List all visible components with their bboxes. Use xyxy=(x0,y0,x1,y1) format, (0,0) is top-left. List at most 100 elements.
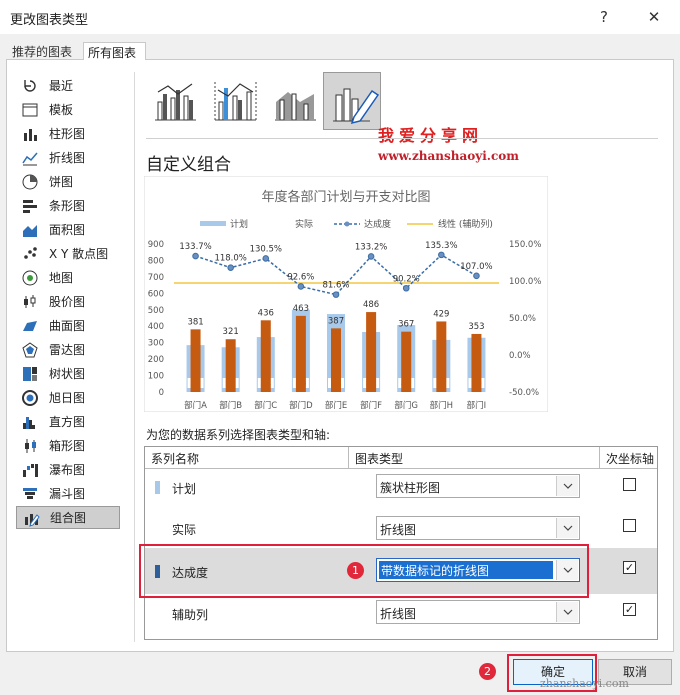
series-name: 辅助列 xyxy=(172,608,209,622)
secondary-axis-checkbox[interactable]: ✓ xyxy=(623,603,636,616)
y2-tick-label: -50.0% xyxy=(509,388,539,398)
column-chart-icon xyxy=(21,125,39,143)
sidebar-item-surface-chart[interactable]: 曲面图 xyxy=(16,314,120,337)
sidebar-item-funnel[interactable]: 漏斗图 xyxy=(16,482,120,505)
chart-type-dropdown[interactable]: 簇状柱形图 xyxy=(376,474,580,498)
legend-swatch-plan xyxy=(200,221,226,226)
subtype-custom-combination[interactable] xyxy=(323,72,381,130)
title-bar xyxy=(0,0,680,34)
secondary-axis-checkbox[interactable] xyxy=(623,519,636,532)
subtype-column-line-secondary[interactable] xyxy=(206,72,264,130)
x-tick-label: 部门I xyxy=(467,400,487,411)
sidebar-item-treemap[interactable]: 树状图 xyxy=(16,362,120,385)
y-tick-label: 900 xyxy=(148,240,164,250)
subtype-stacked-area-column[interactable] xyxy=(266,72,324,130)
section-title: 自定义组合 xyxy=(146,155,231,175)
x-tick-label: 部门B xyxy=(219,400,242,411)
x-tick-label: 部门E xyxy=(325,400,347,411)
watermark-url: www.zhanshaoyi.com xyxy=(378,149,519,163)
sidebar-item-radar-chart[interactable]: 雷达图 xyxy=(16,338,120,361)
sidebar-item-waterfall[interactable]: 瀑布图 xyxy=(16,458,120,481)
chevron-down-icon xyxy=(563,483,573,489)
sidebar-item-label: 最近 xyxy=(49,79,74,93)
bar-chart-icon xyxy=(21,197,39,215)
step-badge-2: 2 xyxy=(479,663,496,680)
bar-actual xyxy=(401,331,412,392)
sidebar-item-scatter-chart[interactable]: X Y 散点图 xyxy=(16,242,120,265)
tab-recommended-charts[interactable]: 推荐的图表 xyxy=(8,42,76,60)
sidebar-item-histogram[interactable]: 直方图 xyxy=(16,410,120,433)
rate-label: 133.7% xyxy=(179,242,211,252)
y2-tick-label: 50.0% xyxy=(509,314,536,324)
sidebar-item-pie-chart[interactable]: 饼图 xyxy=(16,170,120,193)
bar-actual-label: 486 xyxy=(363,300,379,310)
legend-label-actual: 实际 xyxy=(295,218,313,230)
bar-actual-label: 321 xyxy=(223,327,239,337)
stacked-area-column-icon xyxy=(275,92,316,121)
sidebar-item-stock-chart[interactable]: 股价图 xyxy=(16,290,120,313)
dropdown-button[interactable] xyxy=(556,476,578,496)
sidebar-item-template[interactable]: 模板 xyxy=(16,98,120,121)
custom-combo-pencil-icon xyxy=(333,88,380,125)
sidebar-item-label: 曲面图 xyxy=(49,319,86,333)
chevron-down-icon xyxy=(563,525,573,531)
sidebar-item-label: 饼图 xyxy=(49,175,74,189)
recent-icon xyxy=(21,77,39,95)
sidebar-item-label: 组合图 xyxy=(50,511,87,525)
watermark-title: 我爱分享网 xyxy=(378,126,484,145)
bar-actual xyxy=(260,320,271,392)
rate-label: 107.0% xyxy=(460,262,492,272)
bar-actual xyxy=(471,333,482,392)
x-axis-ticks: 部门A 部门B 部门C 部门D 部门E 部门F 部门G 部门H 部门I xyxy=(184,400,486,411)
dropdown-value: 簇状柱形图 xyxy=(380,481,441,495)
sidebar-item-combo-chart[interactable]: 组合图 xyxy=(16,506,120,529)
sidebar-item-map-chart[interactable]: 地图 xyxy=(16,266,120,289)
dropdown-button[interactable] xyxy=(556,602,578,622)
combo-chart-icon xyxy=(22,509,40,527)
bar-actual xyxy=(331,328,341,392)
tab-all-charts[interactable]: 所有图表 xyxy=(83,42,146,61)
bar-actual-label: 367 xyxy=(398,320,414,330)
dropdown-button[interactable] xyxy=(556,518,578,538)
y-tick-label: 100 xyxy=(148,372,164,382)
bar-actual-label: 387 xyxy=(328,316,344,326)
y2-tick-label: 150.0% xyxy=(509,240,541,250)
sidebar-item-line-chart[interactable]: 折线图 xyxy=(16,146,120,169)
rate-label: 90.2% xyxy=(393,274,420,284)
help-button[interactable]: ? xyxy=(593,6,615,28)
rate-point xyxy=(473,272,480,280)
dropdown-value: 折线图 xyxy=(380,523,417,537)
x-tick-label: 部门G xyxy=(394,400,418,411)
y2-tick-label: 100.0% xyxy=(509,277,541,287)
sidebar-item-box-whisker[interactable]: 箱形图 xyxy=(16,434,120,457)
rate-label: 133.2% xyxy=(355,242,387,252)
sidebar-item-column-chart[interactable]: 柱形图 xyxy=(16,122,120,145)
y-tick-label: 300 xyxy=(148,339,164,349)
waterfall-icon xyxy=(21,461,39,479)
subtype-clustered-column-line[interactable] xyxy=(146,72,204,130)
sidebar-item-label: 模板 xyxy=(49,103,74,117)
secondary-axis-checkbox[interactable] xyxy=(623,478,636,491)
y-tick-label: 400 xyxy=(148,322,164,332)
sidebar-item-label: 树状图 xyxy=(49,367,86,381)
chart-title: 年度各部门计划与开支对比图 xyxy=(261,189,430,205)
bar-actual xyxy=(366,312,377,392)
chart-type-dropdown[interactable]: 折线图 xyxy=(376,516,580,540)
series-prompt: 为您的数据系列选择图表类型和轴: xyxy=(146,428,331,442)
funnel-icon xyxy=(21,485,39,503)
bar-actual-label: 381 xyxy=(187,317,203,327)
legend-label-plan: 计划 xyxy=(230,218,248,230)
legend-label-rate: 达成度 xyxy=(364,218,391,230)
sidebar-item-sunburst[interactable]: 旭日图 xyxy=(16,386,120,409)
sidebar-item-bar-chart[interactable]: 条形图 xyxy=(16,194,120,217)
sidebar-item-label: 地图 xyxy=(49,271,74,285)
sidebar-item-recent[interactable]: 最近 xyxy=(16,74,120,97)
chart-type-dropdown[interactable]: 折线图 xyxy=(376,600,580,624)
sidebar-item-area-chart[interactable]: 面积图 xyxy=(16,218,120,241)
sidebar-item-label: 股价图 xyxy=(49,295,86,309)
rate-point xyxy=(367,253,375,260)
close-button[interactable]: ✕ xyxy=(643,6,665,28)
sidebar-item-label: 雷达图 xyxy=(49,343,86,357)
bar-actual-label: 353 xyxy=(468,322,484,332)
secondary-axis-checkbox[interactable]: ✓ xyxy=(623,561,636,574)
